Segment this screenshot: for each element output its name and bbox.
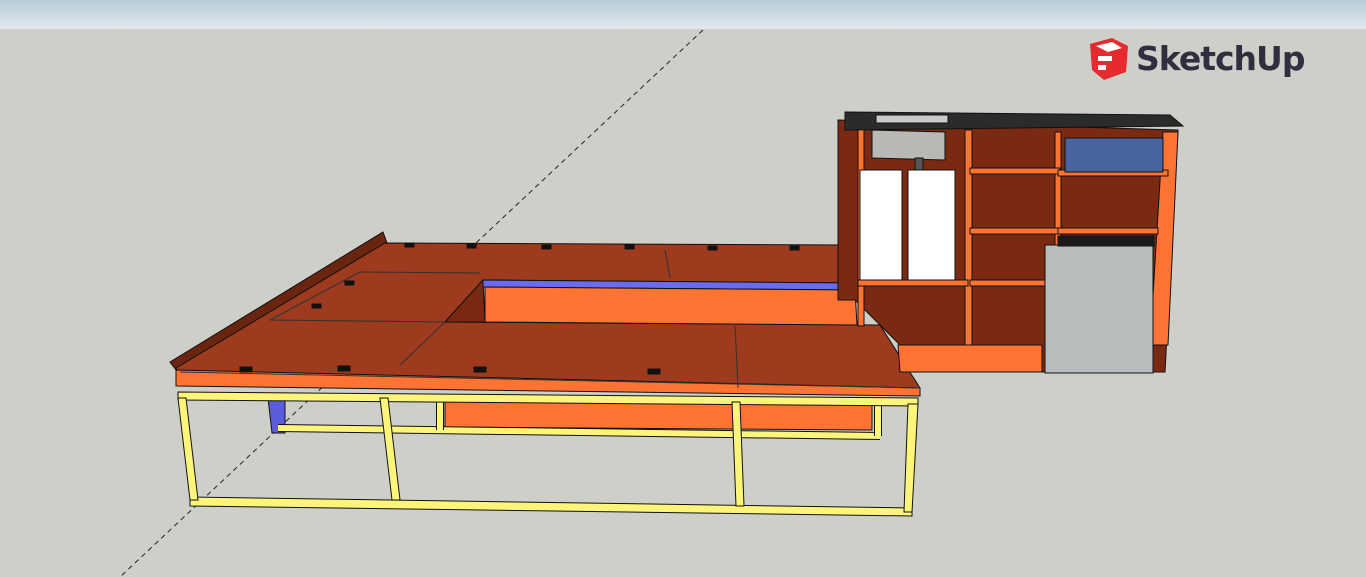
storage-box (1064, 137, 1164, 173)
bed-platform[interactable] (169, 231, 921, 517)
logo-text: SketchUp (1136, 38, 1305, 78)
sketchup-logo-icon (1090, 38, 1128, 80)
sketchup-logo: SketchUp (1088, 34, 1305, 82)
water-tank (859, 169, 903, 281)
water-tank (907, 169, 956, 281)
model-viewport[interactable] (0, 0, 1366, 577)
kitchen-unit[interactable] (837, 111, 1185, 374)
fridge (1044, 244, 1154, 374)
